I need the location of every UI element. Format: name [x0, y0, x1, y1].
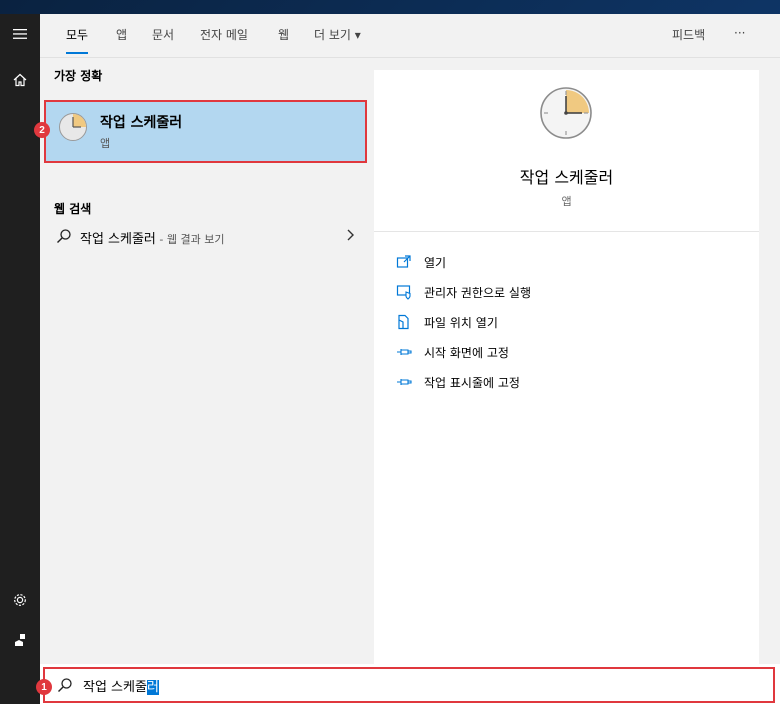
- gear-icon: [14, 594, 26, 606]
- feedback-link[interactable]: 피드백: [672, 26, 705, 54]
- action-pin-to-taskbar-label: 작업 표시줄에 고정: [424, 375, 520, 390]
- search-input[interactable]: 작업 스케줄러: [83, 676, 159, 695]
- tab-documents[interactable]: 문서: [152, 26, 174, 54]
- task-scheduler-app-icon: [59, 113, 87, 141]
- search-input-text: 작업 스케줄: [83, 680, 147, 695]
- pin-icon: [397, 349, 412, 355]
- home-icon: [13, 73, 27, 87]
- tab-email[interactable]: 전자 메일: [200, 26, 248, 54]
- results-list: 가장 정확 작업 스케줄러 앱 2 웹 검색 작업 스케줄러 - 웹 결과 보기: [34, 58, 373, 664]
- preview-title: 작업 스케줄러: [519, 168, 614, 187]
- web-result-text: 작업 스케줄러 - 웹 결과 보기: [80, 228, 224, 247]
- preview-subtitle: 앱: [561, 195, 572, 208]
- best-match-result[interactable]: 작업 스케줄러 앱: [44, 100, 367, 163]
- user-account-button[interactable]: [0, 620, 40, 660]
- action-pin-to-start-label: 시작 화면에 고정: [424, 345, 509, 360]
- more-options-button[interactable]: ···: [734, 26, 745, 54]
- chevron-down-icon: ▾: [354, 28, 361, 42]
- search-box[interactable]: 작업 스케줄러: [40, 664, 780, 704]
- tab-web[interactable]: 웹: [278, 26, 289, 54]
- search-filter-tabs: 모두 앱 문서 전자 메일 웹 더 보기 ▾ 피드백 ···: [40, 14, 780, 58]
- action-open-file-location[interactable]: 파일 위치 열기: [396, 312, 498, 332]
- hamburger-icon: [13, 29, 27, 39]
- pin-icon: [397, 379, 412, 385]
- start-nav-rail: [0, 14, 40, 704]
- action-run-as-admin-label: 관리자 권한으로 실행: [424, 285, 531, 300]
- action-open[interactable]: 열기: [396, 252, 446, 272]
- web-result-hint: - 웹 결과 보기: [155, 233, 225, 246]
- search-input-selection: 러: [146, 680, 159, 695]
- tab-more[interactable]: 더 보기 ▾: [314, 26, 361, 54]
- action-open-label: 열기: [424, 255, 447, 270]
- task-scheduler-large-icon: [540, 87, 592, 139]
- tab-apps[interactable]: 앱: [116, 26, 127, 54]
- best-match-header: 가장 정확: [54, 69, 103, 83]
- user-icon: [15, 634, 25, 646]
- step-badge-2: 2: [34, 122, 50, 138]
- action-open-file-location-label: 파일 위치 열기: [424, 315, 498, 330]
- action-pin-to-start[interactable]: 시작 화면에 고정: [396, 342, 509, 362]
- tab-all[interactable]: 모두: [66, 26, 89, 54]
- best-match-title: 작업 스케줄러: [100, 115, 183, 131]
- hamburger-menu-button[interactable]: [0, 14, 40, 54]
- web-search-header: 웹 검색: [54, 202, 92, 216]
- open-icon: [396, 255, 411, 268]
- chevron-right-icon[interactable]: [343, 227, 357, 243]
- web-result-query: 작업 스케줄러: [80, 232, 156, 247]
- action-run-as-admin[interactable]: 관리자 권한으로 실행: [396, 282, 531, 302]
- search-icon: [57, 229, 71, 243]
- file-location-icon: [398, 314, 409, 330]
- home-button[interactable]: [0, 60, 40, 100]
- tab-more-label: 더 보기: [314, 28, 351, 42]
- step-badge-1: 1: [36, 679, 52, 695]
- app-preview-card: 작업 스케줄러 앱 열기 관리자 권한으로 실행 파일 위치 열기 시작 화면에…: [374, 70, 759, 664]
- web-search-result[interactable]: 작업 스케줄러 - 웹 결과 보기: [46, 225, 365, 249]
- search-results-panel: 모두 앱 문서 전자 메일 웹 더 보기 ▾ 피드백 ··· 가장 정확 작업 …: [34, 14, 780, 664]
- action-pin-to-taskbar[interactable]: 작업 표시줄에 고정: [396, 372, 520, 392]
- run-as-admin-icon: [396, 285, 411, 300]
- search-icon: [58, 678, 72, 692]
- preview-header: 작업 스케줄러 앱: [374, 70, 759, 232]
- best-match-subtitle: 앱: [100, 137, 111, 150]
- settings-button[interactable]: [0, 580, 40, 620]
